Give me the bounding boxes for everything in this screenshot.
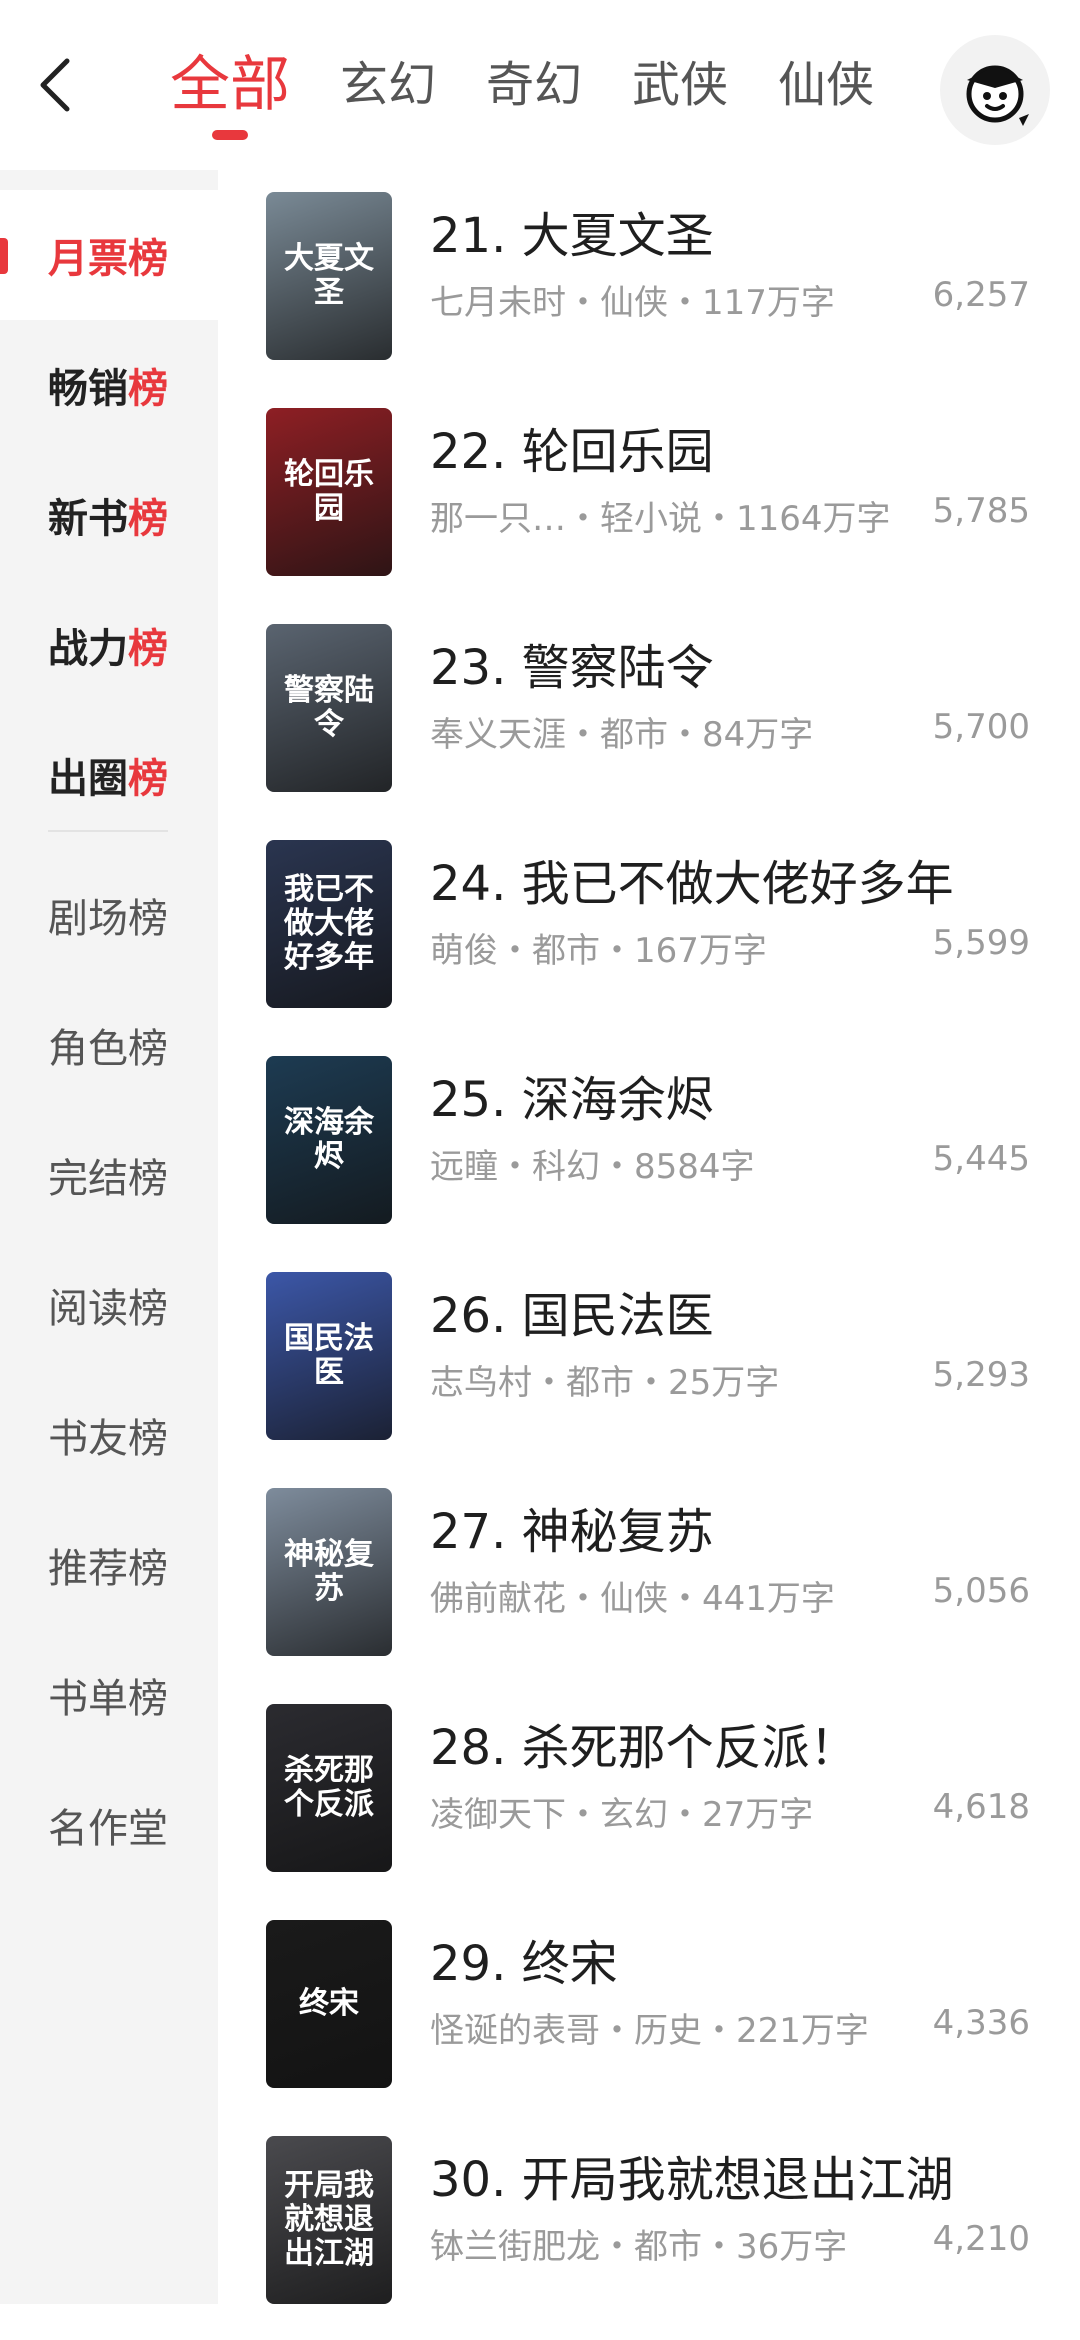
sidebar-item-label: 出圈 <box>48 756 128 802</box>
book-meta: 七月未时・仙侠・117万字 <box>430 283 835 323</box>
tab-wuxia[interactable]: 武侠 <box>632 40 728 130</box>
book-meta: 远瞳・科幻・8584字 <box>430 1147 755 1187</box>
sidebar-item-completed[interactable]: 完结榜 <box>0 1110 218 1240</box>
book-cover[interactable]: 轮回乐园 <box>266 408 392 576</box>
book-cover[interactable]: 我已不做大佬好多年 <box>266 840 392 1008</box>
sidebar-item-newbook[interactable]: 新书榜 <box>0 450 218 580</box>
book-title[interactable]: 23. 警察陆令 <box>430 628 1050 698</box>
book-meta: 佛前献花・仙侠・441万字 <box>430 1579 835 1619</box>
sidebar-item-booklist[interactable]: 书单榜 <box>0 1630 218 1760</box>
sidebar-item-label: 新书 <box>48 496 128 542</box>
sidebar-item-masterpiece[interactable]: 名作堂 <box>0 1760 218 1890</box>
book-row[interactable]: 终宋 29. 终宋 怪诞的表哥・历史・221万字 4,336 <box>218 1908 1080 2124</box>
top-header: 全部 玄幻 奇幻 武侠 仙侠 <box>0 0 1080 170</box>
book-title[interactable]: 28. 杀死那个反派！ <box>430 1708 1050 1778</box>
book-meta: 奉义天涯・都市・84万字 <box>430 715 814 755</box>
ticket-count: 6,257 <box>932 275 1030 315</box>
sidebar-divider <box>48 830 168 832</box>
book-cover[interactable]: 终宋 <box>266 1920 392 2088</box>
book-title[interactable]: 26. 国民法医 <box>430 1276 1050 1346</box>
ticket-count: 5,700 <box>932 707 1030 747</box>
sidebar-item-suffix: 榜 <box>128 366 168 412</box>
sidebar-item-character[interactable]: 角色榜 <box>0 980 218 1110</box>
book-meta: 那一只…・轻小说・1164万字 <box>430 499 891 539</box>
sidebar-item-label: 畅销 <box>48 366 128 412</box>
ticket-count: 4,618 <box>932 1787 1030 1827</box>
book-title[interactable]: 29. 终宋 <box>430 1924 1050 1994</box>
ticket-count: 4,210 <box>932 2219 1030 2259</box>
tab-qihuan[interactable]: 奇幻 <box>486 40 582 130</box>
sidebar-item-suffix: 榜 <box>128 626 168 672</box>
book-title[interactable]: 24. 我已不做大佬好多年 <box>430 844 1050 914</box>
book-row[interactable]: 国民法医 26. 国民法医 志鸟村・都市・25万字 5,293 <box>218 1260 1080 1476</box>
tab-xianxia[interactable]: 仙侠 <box>778 40 874 130</box>
book-row[interactable]: 警察陆令 23. 警察陆令 奉义天涯・都市・84万字 5,700 <box>218 612 1080 828</box>
book-title[interactable]: 25. 深海余烬 <box>430 1060 1050 1130</box>
user-avatar-icon <box>966 65 1029 126</box>
book-cover[interactable]: 警察陆令 <box>266 624 392 792</box>
sidebar-item-suffix: 榜 <box>128 496 168 542</box>
ticket-count: 5,785 <box>932 491 1030 531</box>
book-ranking-list: 大夏文圣 21. 大夏文圣 七月未时・仙侠・117万字 6,257 轮回乐园 2… <box>218 170 1080 2304</box>
book-title[interactable]: 27. 神秘复苏 <box>430 1492 1050 1562</box>
book-row[interactable]: 我已不做大佬好多年 24. 我已不做大佬好多年 萌俊・都市・167万字 5,59… <box>218 828 1080 1044</box>
chevron-left-icon <box>40 58 70 112</box>
ticket-count: 5,445 <box>932 1139 1030 1179</box>
category-tabs: 全部 玄幻 奇幻 武侠 仙侠 <box>170 40 924 140</box>
book-row[interactable]: 神秘复苏 27. 神秘复苏 佛前献花・仙侠・441万字 5,056 <box>218 1476 1080 1692</box>
book-row[interactable]: 深海余烬 25. 深海余烬 远瞳・科幻・8584字 5,445 <box>218 1044 1080 1260</box>
book-meta: 萌俊・都市・167万字 <box>430 931 767 971</box>
sidebar-item-monthly[interactable]: 月票榜 <box>0 190 218 320</box>
sidebar-item-reading[interactable]: 阅读榜 <box>0 1240 218 1370</box>
book-row[interactable]: 大夏文圣 21. 大夏文圣 七月未时・仙侠・117万字 6,257 <box>218 180 1080 396</box>
sidebar-item-suffix: 榜 <box>128 236 168 282</box>
book-cover[interactable]: 大夏文圣 <box>266 192 392 360</box>
ticket-count: 5,056 <box>932 1571 1030 1611</box>
book-cover[interactable]: 深海余烬 <box>266 1056 392 1224</box>
sidebar-item-label: 战力 <box>48 626 128 672</box>
book-cover[interactable]: 杀死那个反派 <box>266 1704 392 1872</box>
back-button[interactable] <box>20 45 90 125</box>
book-title[interactable]: 30. 开局我就想退出江湖 <box>430 2140 1050 2210</box>
sidebar-item-bestseller[interactable]: 畅销榜 <box>0 320 218 450</box>
book-row[interactable]: 杀死那个反派 28. 杀死那个反派！ 凌御天下・玄幻・27万字 4,618 <box>218 1692 1080 1908</box>
book-cover[interactable]: 神秘复苏 <box>266 1488 392 1656</box>
book-cover[interactable]: 开局我就想退出江湖 <box>266 2136 392 2304</box>
book-meta: 凌御天下・玄幻・27万字 <box>430 1795 814 1835</box>
sidebar-item-label: 月票 <box>48 236 128 282</box>
user-avatar-button[interactable] <box>940 35 1050 145</box>
ranking-sidebar: 月票榜 畅销榜 新书榜 战力榜 出圈榜 剧场榜 角色榜 完结榜 阅读榜 书友榜 … <box>0 170 218 2304</box>
book-meta: 志鸟村・都市・25万字 <box>430 1363 780 1403</box>
book-row[interactable]: 轮回乐园 22. 轮回乐园 那一只…・轻小说・1164万字 5,785 <box>218 396 1080 612</box>
ticket-count: 5,599 <box>932 923 1030 963</box>
sidebar-item-power[interactable]: 战力榜 <box>0 580 218 710</box>
book-title[interactable]: 22. 轮回乐园 <box>430 412 1050 482</box>
sidebar-item-friends[interactable]: 书友榜 <box>0 1370 218 1500</box>
book-row[interactable]: 开局我就想退出江湖 30. 开局我就想退出江湖 钵兰街肥龙・都市・36万字 4,… <box>218 2124 1080 2340</box>
sidebar-item-breakout[interactable]: 出圈榜 <box>0 710 218 840</box>
sidebar-item-theater[interactable]: 剧场榜 <box>0 850 218 980</box>
tab-xuanhuan[interactable]: 玄幻 <box>340 40 436 130</box>
tab-all[interactable]: 全部 <box>170 40 290 140</box>
book-cover[interactable]: 国民法医 <box>266 1272 392 1440</box>
ticket-count: 4,336 <box>932 2003 1030 2043</box>
book-meta: 钵兰街肥龙・都市・36万字 <box>430 2227 848 2267</box>
sidebar-item-suffix: 榜 <box>128 756 168 802</box>
book-meta: 怪诞的表哥・历史・221万字 <box>430 2011 869 2051</box>
ticket-count: 5,293 <box>932 1355 1030 1395</box>
book-title[interactable]: 21. 大夏文圣 <box>430 196 1050 266</box>
sidebar-item-recommend[interactable]: 推荐榜 <box>0 1500 218 1630</box>
